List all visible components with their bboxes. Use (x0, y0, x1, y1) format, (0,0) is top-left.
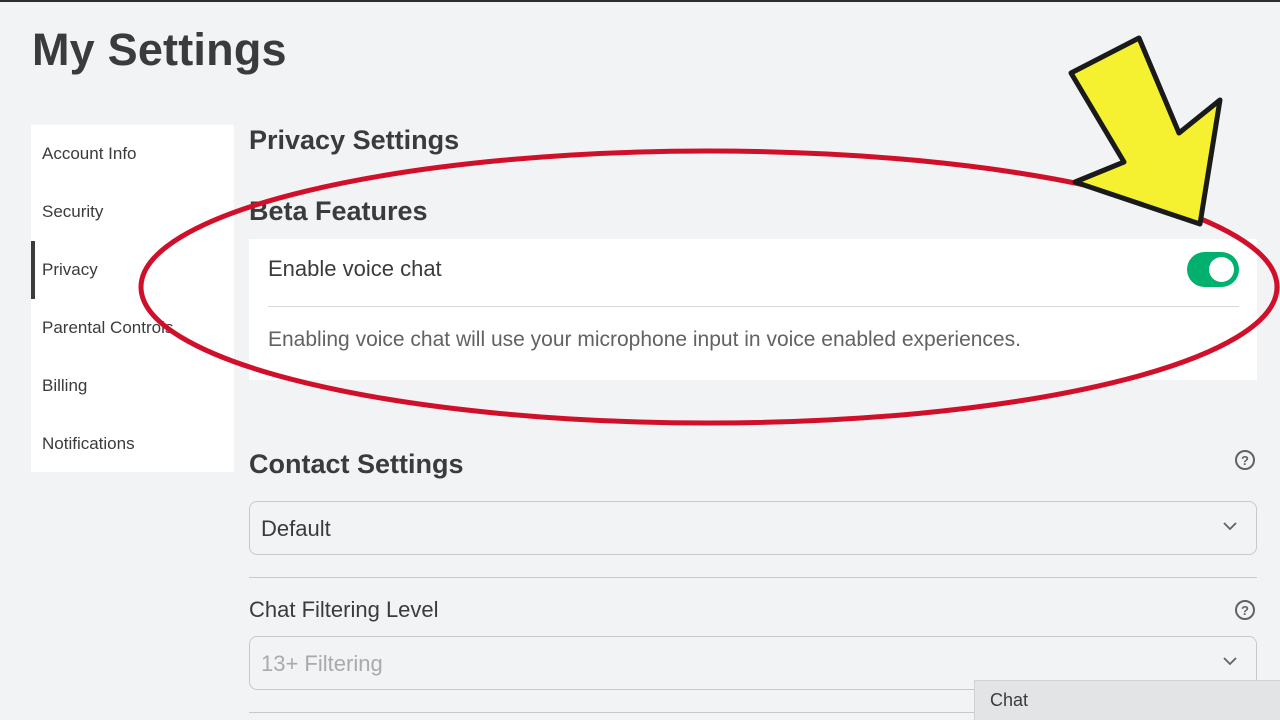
top-edge-bar (0, 0, 1280, 2)
beta-features-heading: Beta Features (249, 196, 428, 226)
chat-filtering-label: Chat Filtering Level (249, 597, 439, 622)
sidebar-item-privacy[interactable]: Privacy (31, 241, 234, 299)
contact-settings-value: Default (261, 516, 331, 541)
voice-chat-label: Enable voice chat (268, 256, 442, 281)
divider (268, 306, 1239, 307)
chat-bar-label: Chat (990, 690, 1029, 710)
chevron-down-icon (1223, 657, 1237, 666)
chat-bar[interactable]: Chat (974, 680, 1280, 720)
beta-features-card: Enable voice chat Enabling voice chat wi… (249, 239, 1257, 380)
chevron-down-icon (1223, 522, 1237, 531)
section-divider (249, 577, 1257, 578)
sidebar-item-billing[interactable]: Billing (31, 357, 234, 415)
contact-settings-help-icon[interactable]: ? (1235, 450, 1255, 470)
sidebar-item-parental-controls[interactable]: Parental Controls (31, 299, 234, 357)
contact-settings-heading: Contact Settings (249, 449, 464, 479)
privacy-settings-heading: Privacy Settings (249, 125, 460, 155)
voice-chat-description: Enabling voice chat will use your microp… (268, 328, 1021, 351)
sidebar-item-account-info[interactable]: Account Info (31, 125, 234, 183)
toggle-knob (1209, 257, 1234, 282)
chat-filtering-value: 13+ Filtering (261, 651, 383, 676)
sidebar-item-notifications[interactable]: Notifications (31, 415, 234, 473)
voice-chat-toggle[interactable] (1187, 252, 1239, 287)
settings-sidebar: Account Info Security Privacy Parental C… (31, 125, 234, 472)
settings-page: My Settings Account Info Security Privac… (0, 0, 1280, 720)
sidebar-item-security[interactable]: Security (31, 183, 234, 241)
arrow-pointing-down-left-icon (1068, 35, 1223, 227)
page-title: My Settings (32, 24, 287, 75)
contact-settings-dropdown[interactable]: Default (249, 501, 1257, 555)
chat-filtering-help-icon[interactable]: ? (1235, 600, 1255, 620)
